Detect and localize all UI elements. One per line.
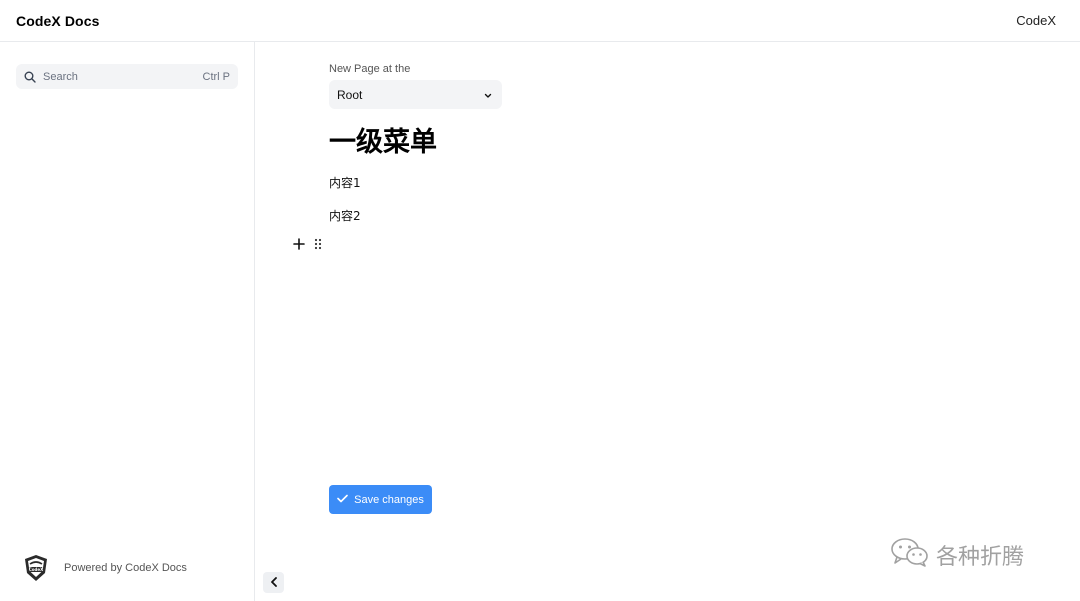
parent-page-value: Root [337, 87, 363, 102]
paragraph-block[interactable]: 内容1 [329, 174, 361, 191]
brand-title[interactable]: CodeX Docs [16, 13, 99, 29]
drag-handle-icon [314, 237, 322, 255]
watermark-text: 各种折腾 [936, 544, 1025, 570]
parent-page-label: New Page at the [329, 63, 411, 75]
editor-area: New Page at the Root 一级菜单 内容1 内容2 Save c… [255, 42, 1080, 601]
parent-page-select[interactable]: Root [329, 80, 502, 109]
block-settings-handle[interactable] [313, 237, 323, 255]
codex-logo: CodeX [22, 553, 50, 583]
page-heading[interactable]: 一级菜单 [329, 120, 437, 159]
save-changes-button[interactable]: Save changes [329, 485, 432, 514]
plus-icon [293, 237, 305, 255]
add-block-button[interactable] [292, 237, 306, 255]
watermark: 各种折腾 [890, 536, 1024, 573]
sidebar: Search Ctrl P CodeX Powered by CodeX Doc… [0, 42, 255, 601]
search-input[interactable]: Search Ctrl P [16, 64, 238, 89]
wechat-icon [890, 536, 930, 573]
search-icon [24, 71, 36, 83]
search-placeholder: Search [43, 70, 78, 83]
app-root: CodeX Docs CodeX Search Ctrl P CodeX Pow… [0, 0, 1080, 601]
chevron-down-icon [484, 86, 492, 104]
check-icon [337, 494, 354, 506]
codex-link[interactable]: CodeX [1016, 13, 1056, 28]
powered-by-text[interactable]: Powered by CodeX Docs [64, 562, 187, 574]
top-header: CodeX Docs CodeX [0, 0, 1080, 42]
paragraph-block[interactable]: 内容2 [329, 207, 361, 224]
search-shortcut: Ctrl P [202, 70, 231, 83]
svg-text:CodeX: CodeX [29, 567, 43, 572]
sidebar-footer: CodeX Powered by CodeX Docs [22, 553, 187, 583]
save-changes-label: Save changes [354, 493, 424, 506]
